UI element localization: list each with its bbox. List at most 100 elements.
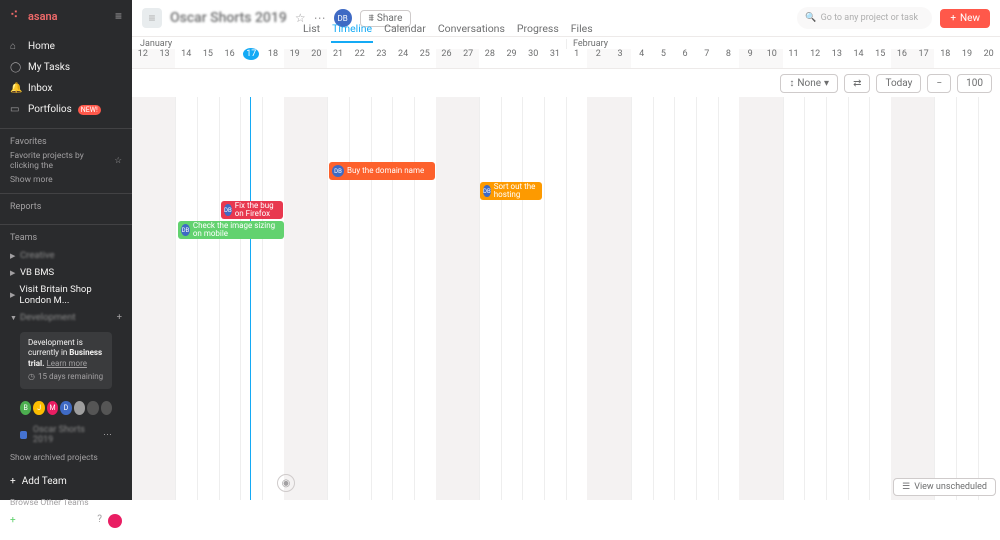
- tab-progress[interactable]: Progress: [516, 18, 560, 43]
- assignee-avatar: DB: [181, 224, 190, 236]
- asana-logo: ⁖ asana: [10, 8, 58, 24]
- nav-my-tasks[interactable]: ◯My Tasks: [0, 57, 132, 78]
- task-label: Sort out the hosting: [494, 183, 539, 199]
- task-bar[interactable]: DBFix the bug on Firefox: [221, 201, 283, 219]
- briefcase-icon: ▭: [10, 104, 22, 115]
- day-6: 6: [674, 49, 696, 68]
- project-color-square[interactable]: ≡: [142, 8, 162, 28]
- list-icon: ☰: [902, 482, 910, 492]
- day-13: 13: [154, 49, 176, 68]
- day-25: 25: [414, 49, 436, 68]
- home-icon: ⌂: [10, 41, 22, 52]
- day-7: 7: [696, 49, 718, 68]
- chevron-right-icon: ▶: [10, 269, 16, 277]
- star-icon: ☆: [114, 156, 122, 166]
- team-development[interactable]: ▼Development+: [10, 309, 122, 326]
- record-button[interactable]: ◉: [277, 474, 295, 492]
- learn-more-link[interactable]: Learn more: [46, 359, 86, 368]
- member-avatar[interactable]: M: [47, 401, 58, 415]
- day-8: 8: [718, 49, 740, 68]
- day-18: 18: [262, 49, 284, 68]
- show-archived[interactable]: Show archived projects: [10, 453, 122, 463]
- member-avatar[interactable]: [87, 401, 98, 415]
- nav-portfolios[interactable]: ▭PortfoliosNew!: [0, 99, 132, 120]
- nav-inbox[interactable]: 🔔Inbox: [0, 78, 132, 99]
- user-avatar[interactable]: [108, 514, 122, 528]
- day-15: 15: [197, 49, 219, 68]
- view-options-button[interactable]: ⇄: [844, 74, 870, 93]
- add-project-icon[interactable]: +: [117, 312, 122, 323]
- chevron-down-icon: ▼: [10, 314, 16, 322]
- day-10: 10: [761, 49, 783, 68]
- project-more-icon[interactable]: ⋯: [103, 430, 112, 440]
- day-13: 13: [826, 49, 848, 68]
- member-avatar[interactable]: J: [33, 401, 44, 415]
- task-bar[interactable]: DBCheck the image sizing on mobile: [178, 221, 284, 239]
- team-vb-bms[interactable]: ▶VB BMS: [10, 264, 122, 281]
- day-26: 26: [436, 49, 458, 68]
- assignee-avatar: DB: [224, 204, 232, 216]
- zoom-level[interactable]: 100: [957, 74, 992, 93]
- day-30: 30: [522, 49, 544, 68]
- day-20: 20: [978, 49, 1000, 68]
- tab-list[interactable]: List: [302, 18, 321, 43]
- team-creative[interactable]: ▶Creative: [10, 247, 122, 264]
- new-button[interactable]: +New: [940, 9, 990, 28]
- tab-timeline[interactable]: Timeline: [331, 18, 373, 43]
- day-15: 15: [869, 49, 891, 68]
- check-circle-icon: ◯: [10, 62, 22, 73]
- sort-dropdown[interactable]: ↕None▾: [780, 74, 838, 93]
- member-avatar[interactable]: [74, 401, 85, 415]
- day-22: 22: [349, 49, 371, 68]
- task-bar[interactable]: DBSort out the hosting: [480, 182, 542, 200]
- show-more-favorites[interactable]: Show more: [10, 175, 122, 185]
- zoom-out-button[interactable]: −: [927, 74, 951, 93]
- search-icon: 🔍: [805, 13, 816, 23]
- tab-files[interactable]: Files: [570, 18, 594, 43]
- day-1: 1: [566, 49, 588, 68]
- reports-header[interactable]: Reports: [10, 202, 122, 212]
- day-28: 28: [479, 49, 501, 68]
- member-avatar[interactable]: [101, 401, 112, 415]
- plus-icon: +: [10, 476, 16, 487]
- day-17: 17: [240, 49, 262, 68]
- collapse-sidebar-icon[interactable]: ≡: [115, 9, 122, 23]
- browse-teams[interactable]: Browse Other Teams: [10, 498, 122, 508]
- member-avatar[interactable]: D: [60, 401, 71, 415]
- project-title[interactable]: Oscar Shorts 2019: [170, 10, 287, 26]
- day-21: 21: [327, 49, 349, 68]
- today-button[interactable]: Today: [876, 74, 921, 93]
- day-4: 4: [631, 49, 653, 68]
- view-unscheduled-button[interactable]: ☰View unscheduled: [893, 478, 996, 496]
- assignee-avatar: DB: [483, 185, 491, 197]
- day-16: 16: [219, 49, 241, 68]
- tab-conversations[interactable]: Conversations: [437, 18, 506, 43]
- help-icon[interactable]: ?: [97, 514, 102, 528]
- task-bar[interactable]: DBBuy the domain name: [329, 162, 435, 180]
- project-oscar-shorts[interactable]: Oscar Shorts 2019⋯: [10, 421, 122, 449]
- search-input[interactable]: 🔍Go to any project or task: [797, 7, 932, 29]
- day-14: 14: [848, 49, 870, 68]
- sort-icon: ↕: [789, 78, 794, 89]
- team-member-avatars: BJMD: [10, 395, 122, 421]
- day-2: 2: [587, 49, 609, 68]
- day-27: 27: [457, 49, 479, 68]
- tab-calendar[interactable]: Calendar: [383, 18, 427, 43]
- day-12: 12: [132, 49, 154, 68]
- plus-icon: +: [950, 13, 956, 24]
- nav-home[interactable]: ⌂Home: [0, 36, 132, 57]
- day-5: 5: [653, 49, 675, 68]
- member-avatar[interactable]: B: [20, 401, 31, 415]
- add-icon[interactable]: +: [10, 515, 16, 526]
- task-label: Check the image sizing on mobile: [193, 222, 281, 238]
- chevron-right-icon: ▶: [10, 252, 16, 260]
- day-9: 9: [739, 49, 761, 68]
- add-team-button[interactable]: +Add Team: [10, 471, 122, 492]
- task-label: Fix the bug on Firefox: [235, 202, 280, 218]
- day-24: 24: [392, 49, 414, 68]
- new-badge: New!: [78, 105, 101, 115]
- day-11: 11: [783, 49, 805, 68]
- day-18: 18: [934, 49, 956, 68]
- team-visit-britain[interactable]: ▶Visit Britain Shop London M...: [10, 281, 122, 309]
- teams-header: Teams: [10, 233, 122, 243]
